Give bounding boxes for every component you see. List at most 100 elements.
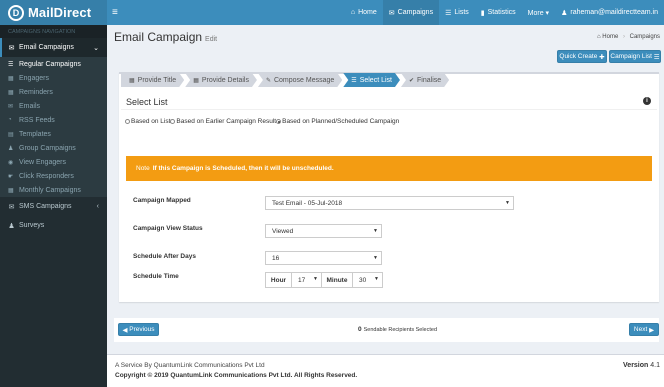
radio-based-on-scheduled-campaign[interactable]: Based on Planned/Scheduled Campaign	[276, 118, 399, 125]
home-icon: ⌂	[350, 9, 356, 16]
brand-logo[interactable]: D MailDirect	[0, 0, 107, 25]
radio-circle[interactable]	[170, 119, 176, 124]
campaign-view-status-select[interactable]: Viewed ▼	[265, 224, 382, 238]
sidebar-header: CAMPAIGNS NAVIGATION	[0, 25, 107, 38]
divider	[121, 109, 657, 110]
rss-icon: ◔	[8, 117, 12, 123]
sidebar-item-email-campaigns[interactable]: ✉ Email Campaigns ⌄	[0, 38, 107, 57]
sidebar-item-surveys[interactable]: ♟ Surveys	[0, 216, 107, 235]
breadcrumb-current: Campaigns	[629, 34, 660, 40]
next-button[interactable]: Next ▶	[629, 323, 659, 336]
quick-create-button[interactable]: Quick Create ✚	[557, 50, 607, 63]
campaign-mapped-label: Campaign Mapped	[133, 197, 191, 204]
sidebar-item-regular-campaigns[interactable]: ☰ Regular Campaigns	[0, 57, 107, 71]
nav-lists[interactable]: ☰ Lists	[439, 0, 475, 25]
list-icon: ☰	[653, 53, 660, 61]
sidebar-item-sms-campaigns[interactable]: ✉ SMS Campaigns ‹	[0, 197, 107, 216]
footer-copyright: Copyright © 2019 QuantumLink Communicati…	[115, 372, 358, 379]
chevron-down-icon: ⌄	[93, 44, 99, 52]
grid-icon: ▦	[193, 77, 199, 84]
footer	[107, 354, 664, 387]
campaign-list-button[interactable]: Campaign List ☰	[609, 50, 661, 63]
unschedule-warning-callout: Note If this Campaign is Scheduled, then…	[126, 156, 652, 181]
chevron-left-icon: ‹	[96, 203, 99, 210]
sidebar-item-click-responders[interactable]: ☛ Click Responders	[0, 169, 107, 183]
pencil-icon: ✎	[265, 77, 271, 84]
users-icon: ♟	[8, 222, 15, 230]
sidebar-item-view-engagers[interactable]: ◉ View Engagers	[0, 155, 107, 169]
caret-down-icon: ▼	[505, 200, 510, 206]
info-icon[interactable]: i	[643, 97, 651, 105]
envelope-icon: ✉	[388, 9, 395, 17]
schedule-time-label: Schedule Time	[133, 273, 179, 280]
menu-toggle-icon[interactable]: ≡	[112, 7, 118, 18]
footer-service-text: A Service By QuantumLink Communications …	[115, 362, 265, 369]
nav-home[interactable]: ⌂ Home	[345, 0, 383, 25]
wizard-steps: ▦ Provide Title ▦ Provide Details ✎ Compose…	[121, 73, 450, 87]
arrow-right-icon: ▶	[649, 326, 655, 334]
nav-user-account[interactable]: ♟ raheman@maildirectteam.in	[555, 0, 664, 25]
grid-icon: ▦	[129, 77, 135, 84]
user-icon: ♟	[561, 9, 568, 17]
eye-icon: ◉	[8, 159, 14, 166]
campaign-mapped-select[interactable]: Test Email - 05-Jul-2018 ▼	[265, 196, 514, 210]
radio-based-on-list[interactable]: Based on List	[125, 118, 170, 125]
pointer-icon: ☛	[8, 173, 14, 180]
select-list-box	[119, 72, 659, 302]
nav-statistics[interactable]: ▮ Statistics	[475, 0, 522, 25]
radio-circle-checked[interactable]	[276, 119, 282, 124]
check-icon: ✔	[408, 77, 415, 84]
arrow-left-icon: ◀	[122, 326, 128, 334]
hour-addon: Hour	[265, 272, 292, 288]
step-compose-message[interactable]: ✎ Compose Message	[258, 73, 342, 87]
schedule-after-days-select[interactable]: 16 ▼	[265, 251, 382, 265]
grid-icon: ▦	[8, 75, 14, 82]
campaign-view-status-label: Campaign View Status	[133, 225, 203, 232]
sidebar-item-group-campaigns[interactable]: ♟ Group Campaigns	[0, 141, 107, 155]
envelope-icon: ✉	[8, 44, 15, 52]
list-icon: ☰	[445, 9, 452, 17]
caret-down-icon: ▼	[313, 276, 318, 282]
step-provide-details[interactable]: ▦ Provide Details	[185, 73, 257, 87]
top-navbar: D MailDirect ≡ ⌂ Home ✉ Campaigns ☰ Lists ▮…	[0, 0, 664, 25]
nav-more[interactable]: More ▾	[522, 0, 555, 25]
radio-based-on-earlier-result[interactable]: Based on Earlier Campaign Result	[170, 118, 276, 125]
users-icon: ♟	[8, 145, 14, 152]
list-icon: ☰	[351, 77, 357, 84]
plus-icon: ✚	[599, 53, 605, 61]
logo-icon: D	[8, 4, 24, 21]
minute-select[interactable]: 30 ▼	[352, 272, 383, 288]
callout-text: If this Campaign is Scheduled, then it w…	[152, 165, 334, 172]
email-campaigns-submenu: ☰ Regular Campaigns ▦ Engagers ▦ Reminders …	[0, 57, 107, 197]
page-title: Email Campaign Edit	[114, 30, 218, 44]
breadcrumb-home[interactable]: Home	[602, 34, 618, 40]
box-title: Select List	[126, 97, 168, 107]
chart-icon: ▮	[480, 9, 485, 17]
nav-campaigns[interactable]: ✉ Campaigns	[382, 0, 440, 25]
sidebar-item-reminders[interactable]: ▦ Reminders	[0, 85, 107, 99]
step-select-list[interactable]: ☰ Select List	[343, 73, 400, 87]
sidebar-item-templates[interactable]: ▤ Templates	[0, 127, 107, 141]
caret-down-icon: ▼	[373, 228, 378, 234]
sidebar: CAMPAIGNS NAVIGATION ✉ Email Campaigns ⌄…	[0, 25, 107, 387]
radio-circle[interactable]	[125, 119, 130, 124]
hour-select[interactable]: 17 ▼	[291, 272, 322, 288]
envelope-icon: ✉	[8, 103, 14, 110]
previous-button[interactable]: ◀ Previous	[118, 323, 159, 336]
sidebar-item-rss-feeds[interactable]: ◔ RSS Feeds	[0, 113, 107, 127]
sidebar-item-emails[interactable]: ✉ Emails	[0, 99, 107, 113]
step-provide-title[interactable]: ▦ Provide Title	[121, 73, 184, 87]
step-finalise[interactable]: ✔ Finalise	[401, 73, 449, 87]
page-subtitle: Edit	[205, 36, 218, 43]
schedule-after-days-label: Schedule After Days	[133, 253, 196, 260]
list-source-radio-group: Based on List Based on Earlier Campaign …	[125, 118, 399, 125]
breadcrumb-separator: ›	[622, 34, 625, 40]
sidebar-item-engagers[interactable]: ▦ Engagers	[0, 71, 107, 85]
caret-down-icon: ▼	[374, 276, 379, 282]
sidebar-item-monthly-campaigns[interactable]: ▦ Monthly Campaigns	[0, 183, 107, 197]
home-icon: ⌂	[596, 34, 601, 40]
caret-down-icon: ▼	[373, 255, 378, 261]
breadcrumb: ⌂ Home › Campaigns	[597, 34, 660, 40]
minute-addon: Minute	[321, 272, 353, 288]
file-icon: ▤	[8, 131, 14, 138]
